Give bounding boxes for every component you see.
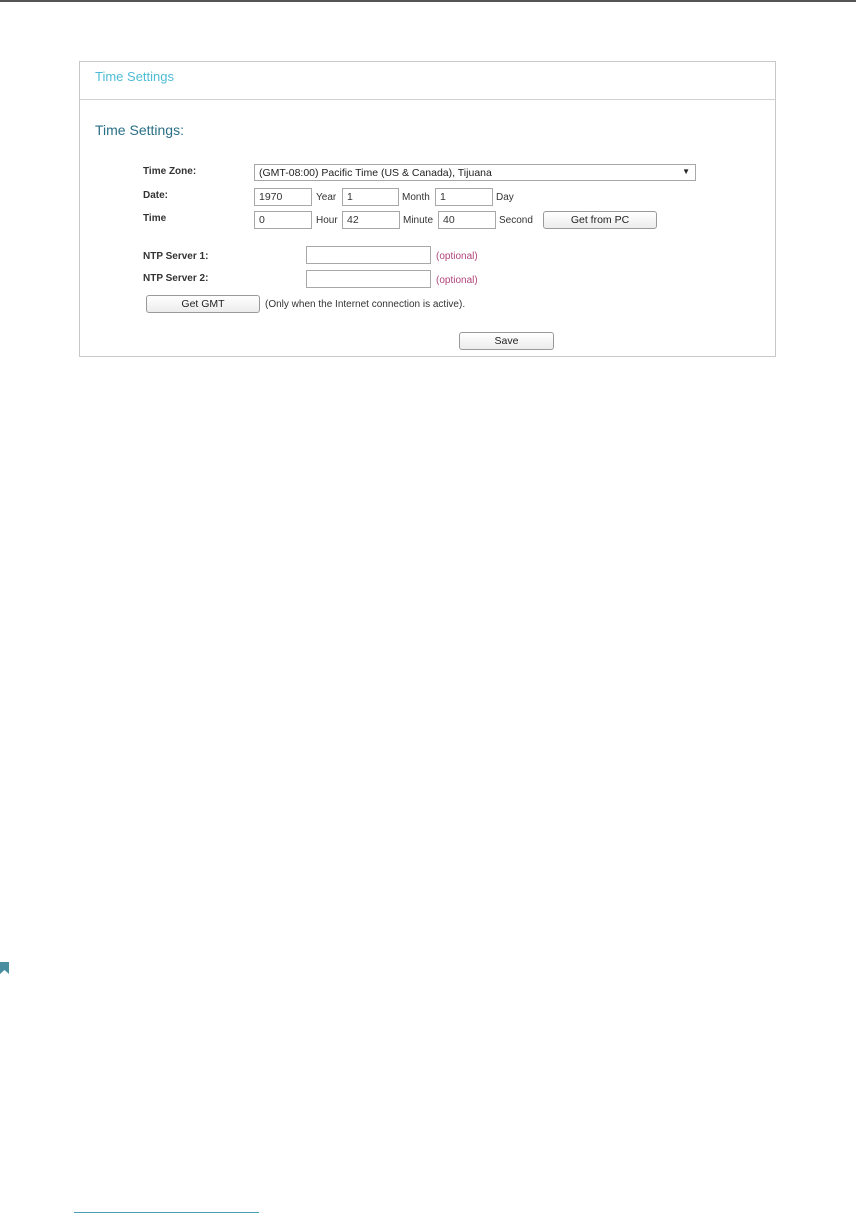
save-button[interactable]: Save: [459, 332, 554, 350]
ntp-server-1-optional: (optional): [436, 251, 478, 262]
date-label: Date:: [143, 190, 169, 201]
time-zone-label: Time Zone:: [143, 166, 197, 177]
day-input[interactable]: [435, 188, 493, 206]
time-zone-select[interactable]: (GMT-08:00) Pacific Time (US & Canada), …: [254, 164, 696, 181]
second-input[interactable]: [438, 211, 496, 229]
minute-input[interactable]: [342, 211, 400, 229]
day-unit: Day: [496, 192, 514, 203]
ntp-server-2-label: NTP Server 2:: [143, 273, 209, 284]
time-settings-panel: Time Settings Time Settings: Time Zone: …: [79, 61, 776, 357]
ntp-server-1-input[interactable]: [306, 246, 431, 264]
chevron-down-icon: ▼: [682, 167, 690, 176]
panel-title: Time Settings: [95, 69, 174, 84]
month-unit: Month: [402, 192, 430, 203]
hour-input[interactable]: [254, 211, 312, 229]
section-heading: Time Settings:: [95, 122, 184, 138]
bookmark-icon: [0, 962, 9, 974]
panel-header: Time Settings: [80, 62, 775, 100]
second-unit: Second: [499, 215, 533, 226]
gmt-note: (Only when the Internet connection is ac…: [265, 299, 466, 310]
get-from-pc-button[interactable]: Get from PC: [543, 211, 657, 229]
month-input[interactable]: [342, 188, 399, 206]
ntp-server-2-optional: (optional): [436, 275, 478, 286]
ntp-server-1-label: NTP Server 1:: [143, 251, 209, 262]
hour-unit: Hour: [316, 215, 338, 226]
ntp-server-2-input[interactable]: [306, 270, 431, 288]
year-unit: Year: [316, 192, 337, 203]
time-zone-selected-value: (GMT-08:00) Pacific Time (US & Canada), …: [259, 167, 492, 179]
year-input[interactable]: [254, 188, 312, 206]
get-gmt-button[interactable]: Get GMT: [146, 295, 260, 313]
time-label: Time: [143, 213, 167, 224]
top-rule: [0, 0, 856, 2]
minute-unit: Minute: [403, 215, 434, 226]
